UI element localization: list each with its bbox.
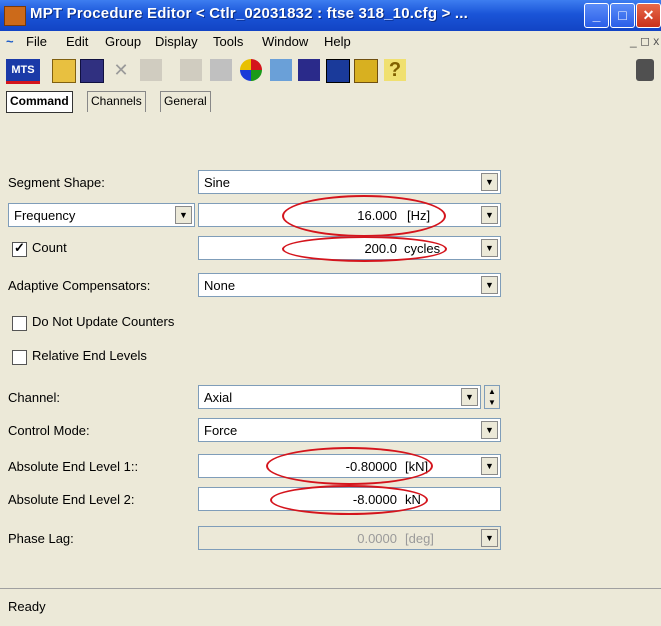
close-button[interactable]: ✕ [636,3,661,28]
doc-window-controls[interactable]: _ ◻ x [630,34,659,48]
menu-help[interactable]: Help [324,34,351,49]
frequency-unit: [Hz] [407,208,431,223]
paste-icon[interactable] [180,59,202,81]
delete-icon[interactable] [210,59,232,81]
hand-icon [636,59,654,81]
phase-lag-label: Phase Lag: [8,531,74,546]
phase-lag-value: 0.0000 [357,531,397,546]
tab-strip: Command Channels General [0,88,661,113]
abs-end-level-1-value: -0.80000 [345,459,397,474]
control-mode-select[interactable]: Force ▼ [198,418,501,442]
tab-channels[interactable]: Channels [87,91,146,112]
menu-file[interactable]: File [26,34,47,49]
abs-end-level-1-input[interactable]: -0.80000 [kN] ▼ [198,454,501,478]
relative-end-checkbox[interactable] [12,350,27,365]
menu-bar: ~ File Edit Group Display Tools Window H… [0,31,661,54]
status-text: Ready [8,599,46,614]
count-unit: cycles [404,241,441,256]
control-mode-label: Control Mode: [8,423,90,438]
title-bar: MPT Procedure Editor < Ctlr_02031832 : f… [0,0,661,31]
lock-icon[interactable] [354,59,378,83]
abs-end-level-2-label: Absolute End Level 2: [8,492,135,507]
app-icon [4,6,26,26]
abs-end-level-2-value: -8.0000 [352,492,397,507]
no-update-label: Do Not Update Counters [32,314,175,329]
adaptive-value: None [204,278,236,293]
menu-group[interactable]: Group [105,34,141,49]
channel-label: Channel: [8,390,61,405]
frequency-input[interactable]: 16.000 [Hz] ▼ [198,203,501,227]
abs-end-level-1-unit: [kN] [405,459,429,474]
chevron-down-icon[interactable]: ▼ [481,173,498,191]
frequency-mode-value: Frequency [14,208,76,223]
help-icon[interactable]: ? [384,59,406,81]
chevron-down-icon[interactable]: ▼ [481,421,498,439]
open-folder-icon[interactable] [52,59,76,83]
no-update-checkbox[interactable] [12,316,27,331]
segment-shape-select[interactable]: Sine ▼ [198,170,501,194]
channel-spinner[interactable]: ▲ ▼ [484,385,500,409]
adaptive-label: Adaptive Compensators: [8,278,151,293]
count-label: Count [32,240,67,255]
doc-icon: ~ [6,34,14,49]
chevron-down-icon[interactable]: ▼ [481,276,498,294]
frequency-value: 16.000 [357,208,397,223]
copy-icon[interactable] [140,59,162,81]
chevron-down-icon[interactable]: ▼ [461,388,478,406]
tab-general[interactable]: General [160,91,211,112]
phase-lag-input: 0.0000 [deg] ▼ [198,526,501,550]
mts-logo: MTS [6,59,40,84]
chevron-down-icon[interactable]: ▼ [481,457,498,475]
menu-edit[interactable]: Edit [66,34,88,49]
relative-end-label: Relative End Levels [32,348,147,363]
abs-end-level-2-unit: kN [405,492,421,507]
toolbar: MTS ✕ ? [0,53,661,89]
chart-icon[interactable] [298,59,320,81]
window-title: MPT Procedure Editor < Ctlr_02031832 : f… [30,5,469,22]
chevron-down-icon[interactable]: ▼ [481,206,498,224]
menu-window[interactable]: Window [262,34,308,49]
color-palette-icon[interactable] [240,59,262,81]
menu-tools[interactable]: Tools [213,34,243,49]
tab-command[interactable]: Command [6,91,73,113]
control-mode-value: Force [204,423,238,438]
phase-lag-unit: [deg] [405,531,434,546]
frequency-mode-select[interactable]: Frequency ▼ [8,203,195,227]
maximize-button[interactable]: □ [610,3,635,28]
status-bar: Ready [0,588,661,626]
minimize-button[interactable]: _ [584,3,609,28]
chevron-down-icon[interactable]: ▼ [175,206,192,224]
count-value: 200.0 [364,241,397,256]
menu-display[interactable]: Display [155,34,198,49]
segment-shape-label: Segment Shape: [8,175,105,190]
count-input[interactable]: 200.0 cycles ▼ [198,236,501,260]
monitor-icon[interactable] [326,59,350,83]
abs-end-level-1-label: Absolute End Level 1:: [8,459,139,474]
adaptive-select[interactable]: None ▼ [198,273,501,297]
abs-end-level-2-input[interactable]: -8.0000 kN [198,487,501,511]
graph-icon[interactable] [270,59,292,81]
save-icon[interactable] [80,59,104,83]
cut-icon[interactable]: ✕ [110,59,132,81]
channel-select[interactable]: Axial ▼ [198,385,481,409]
chevron-down-icon[interactable]: ▼ [481,239,498,257]
count-checkbox[interactable] [12,240,27,257]
chevron-down-icon[interactable]: ▼ [481,529,498,547]
segment-shape-value: Sine [204,175,231,190]
channel-value: Axial [204,390,233,405]
